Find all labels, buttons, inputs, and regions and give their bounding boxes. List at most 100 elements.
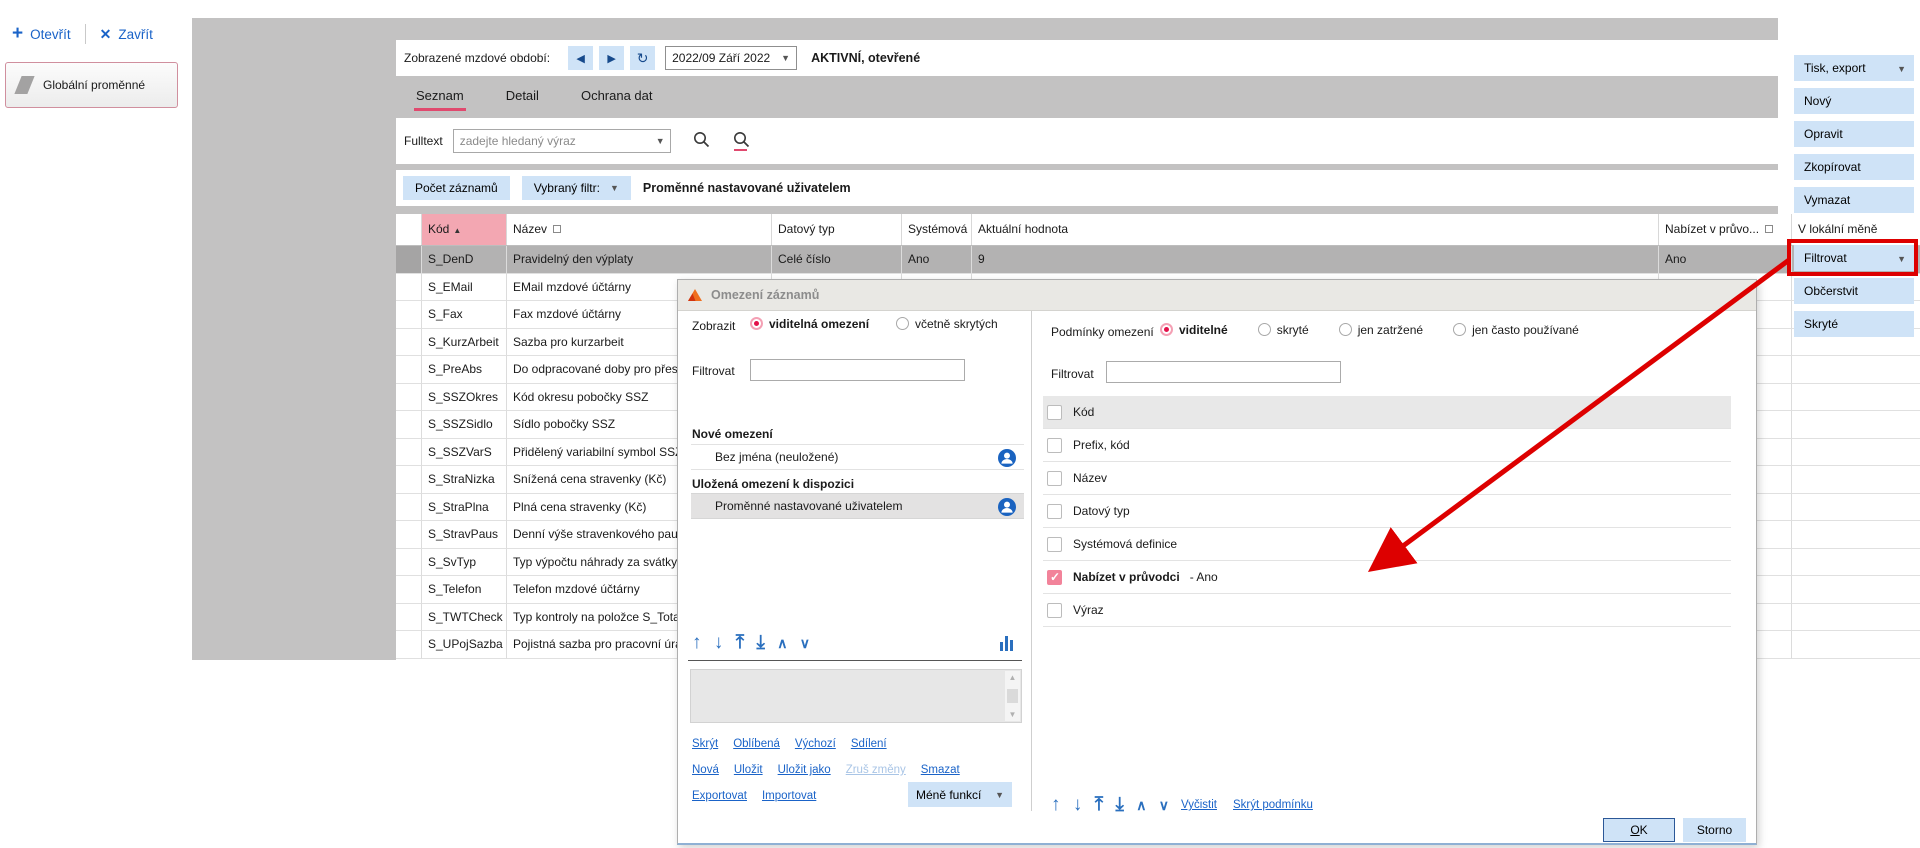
column-header-name[interactable]: Název: [507, 214, 772, 245]
tab[interactable]: Ochrana dat: [579, 82, 655, 113]
cell-value: 9: [972, 246, 1659, 274]
expand-icon[interactable]: ∨: [1159, 797, 1169, 813]
restriction-preview-listbox[interactable]: ▲ ▼: [690, 669, 1022, 723]
action-button[interactable]: Tisk, export ▼: [1794, 55, 1914, 81]
restriction-item-unsaved[interactable]: Bez jména (neuložené): [691, 444, 1024, 470]
cancel-button[interactable]: Storno: [1683, 818, 1746, 842]
links-row-1: Skrýt Oblíbená Výchozí Sdílení: [692, 738, 887, 750]
condition-radio[interactable]: jen často používané: [1453, 323, 1579, 337]
move-to-bottom-icon[interactable]: ⤓: [756, 632, 764, 653]
link[interactable]: Sdílení: [851, 738, 887, 750]
ok-button[interactable]: OK: [1603, 818, 1675, 842]
link[interactable]: Exportovat: [692, 790, 747, 802]
condition-field-row[interactable]: Nabízet v průvodci - Ano: [1043, 561, 1731, 594]
restriction-item-saved[interactable]: Proměnné nastavované uživatelem: [691, 493, 1024, 519]
checkbox-icon[interactable]: [1047, 570, 1062, 585]
active-filter-name: Proměnné nastavované uživatelem: [643, 181, 851, 195]
condition-field-label: Výraz: [1073, 603, 1104, 617]
expand-icon[interactable]: ∨: [800, 635, 810, 651]
checkbox-icon[interactable]: [1047, 405, 1062, 420]
less-functions-button[interactable]: Méně funkcí ▼: [908, 782, 1012, 807]
action-button[interactable]: Filtrovat ▼: [1794, 245, 1914, 271]
action-button[interactable]: Nový ▼: [1794, 88, 1914, 114]
fulltext-input[interactable]: [453, 129, 671, 153]
checkbox-icon[interactable]: [1047, 471, 1062, 486]
agenda-card-global-variables[interactable]: Globální proměnné: [5, 62, 178, 108]
close-icon: ✕: [100, 26, 112, 43]
scroll-down-icon[interactable]: ▼: [1009, 710, 1017, 719]
link[interactable]: Skrýt: [692, 738, 718, 750]
checkbox-icon[interactable]: [1047, 504, 1062, 519]
move-up-icon[interactable]: ↑: [692, 632, 702, 653]
link[interactable]: Oblíbená: [733, 738, 780, 750]
action-button[interactable]: Občerstvit ▼: [1794, 278, 1914, 304]
listbox-scrollbar[interactable]: ▲ ▼: [1005, 671, 1020, 721]
column-header-code[interactable]: Kód▲: [422, 214, 507, 245]
move-down-icon[interactable]: ↓: [1073, 794, 1083, 815]
chevron-down-icon[interactable]: ▼: [656, 136, 665, 146]
move-to-bottom-icon[interactable]: ⤓: [1115, 794, 1123, 815]
checkbox-icon[interactable]: [1047, 603, 1062, 618]
row-marker-cell: [396, 329, 422, 357]
link[interactable]: Zruš změny: [846, 764, 906, 776]
search-icon[interactable]: [693, 131, 711, 151]
link[interactable]: Nová: [692, 764, 719, 776]
condition-radio[interactable]: jen zatržené: [1339, 323, 1423, 337]
condition-field-row[interactable]: Kód: [1043, 396, 1731, 429]
collapse-icon[interactable]: ∧: [1136, 797, 1146, 813]
checkbox-icon[interactable]: [1047, 438, 1062, 453]
action-button[interactable]: Opravit ▼: [1794, 121, 1914, 147]
action-button[interactable]: Zkopírovat ▼: [1794, 154, 1914, 180]
period-refresh-button[interactable]: ↻: [630, 46, 655, 70]
column-header-type[interactable]: Datový typ: [772, 214, 902, 245]
column-header-system[interactable]: Systémová: [902, 214, 972, 245]
table-row[interactable]: S_DenD Pravidelný den výplaty Celé číslo…: [396, 246, 1920, 274]
column-header-wizard[interactable]: Nabízet v průvo...: [1659, 214, 1792, 245]
radio-including-hidden[interactable]: včetně skrytých: [896, 317, 998, 331]
search-in-results-icon[interactable]: [733, 131, 751, 151]
cell-local-currency: [1792, 439, 1920, 467]
link[interactable]: Uložit jako: [778, 764, 831, 776]
condition-field-row[interactable]: Datový typ: [1043, 495, 1731, 528]
collapse-icon[interactable]: ∧: [777, 635, 787, 651]
checkbox-icon[interactable]: [1047, 537, 1062, 552]
period-prev-button[interactable]: ◀: [568, 46, 593, 70]
action-button[interactable]: Vymazat ▼: [1794, 187, 1914, 213]
radio-visible-restrictions[interactable]: viditelná omezení: [750, 317, 869, 331]
right-filter-input[interactable]: [1106, 361, 1341, 383]
row-marker-cell: [396, 549, 422, 577]
record-count-button[interactable]: Počet záznamů: [403, 176, 510, 200]
column-header-value[interactable]: Aktuální hodnota: [972, 214, 1659, 245]
condition-field-row[interactable]: Prefix, kód: [1043, 429, 1731, 462]
condition-field-row[interactable]: Název: [1043, 462, 1731, 495]
selected-filter-dropdown[interactable]: Vybraný filtr: ▼: [522, 176, 631, 200]
scrollbar-thumb[interactable]: [1007, 689, 1018, 703]
link[interactable]: Výchozí: [795, 738, 836, 750]
condition-radio[interactable]: skryté: [1258, 323, 1309, 337]
close-button[interactable]: ✕ Zavřít: [100, 26, 153, 43]
tab[interactable]: Detail: [504, 82, 541, 113]
left-filter-input[interactable]: [750, 359, 965, 381]
open-button[interactable]: + Otevřít: [12, 27, 71, 42]
period-status: AKTIVNÍ, otevřené: [811, 51, 920, 65]
hide-condition-link[interactable]: Skrýt podmínku: [1233, 799, 1313, 811]
scroll-up-icon[interactable]: ▲: [1009, 673, 1017, 682]
condition-radio[interactable]: viditelné: [1160, 323, 1228, 337]
action-button[interactable]: Skryté ▼: [1794, 311, 1914, 337]
move-to-top-icon[interactable]: ⤒: [1095, 794, 1103, 815]
move-up-icon[interactable]: ↑: [1051, 794, 1061, 815]
condition-field-row[interactable]: Systémová definice: [1043, 528, 1731, 561]
move-to-top-icon[interactable]: ⤒: [736, 632, 744, 653]
condition-field-row[interactable]: Výraz: [1043, 594, 1731, 627]
tab[interactable]: Seznam: [414, 82, 466, 113]
bar-chart-icon[interactable]: [1000, 636, 1013, 651]
record-restrictions-dialog: Omezení záznamů Zobrazit viditelná omeze…: [677, 279, 1757, 845]
link[interactable]: Uložit: [734, 764, 763, 776]
period-next-button[interactable]: ▶: [599, 46, 624, 70]
row-marker-cell: [396, 631, 422, 659]
period-select[interactable]: 2022/09 Září 2022 ▼: [665, 46, 797, 70]
clear-link[interactable]: Vyčistit: [1181, 799, 1217, 811]
link[interactable]: Importovat: [762, 790, 816, 802]
move-down-icon[interactable]: ↓: [714, 632, 724, 653]
link[interactable]: Smazat: [921, 764, 960, 776]
